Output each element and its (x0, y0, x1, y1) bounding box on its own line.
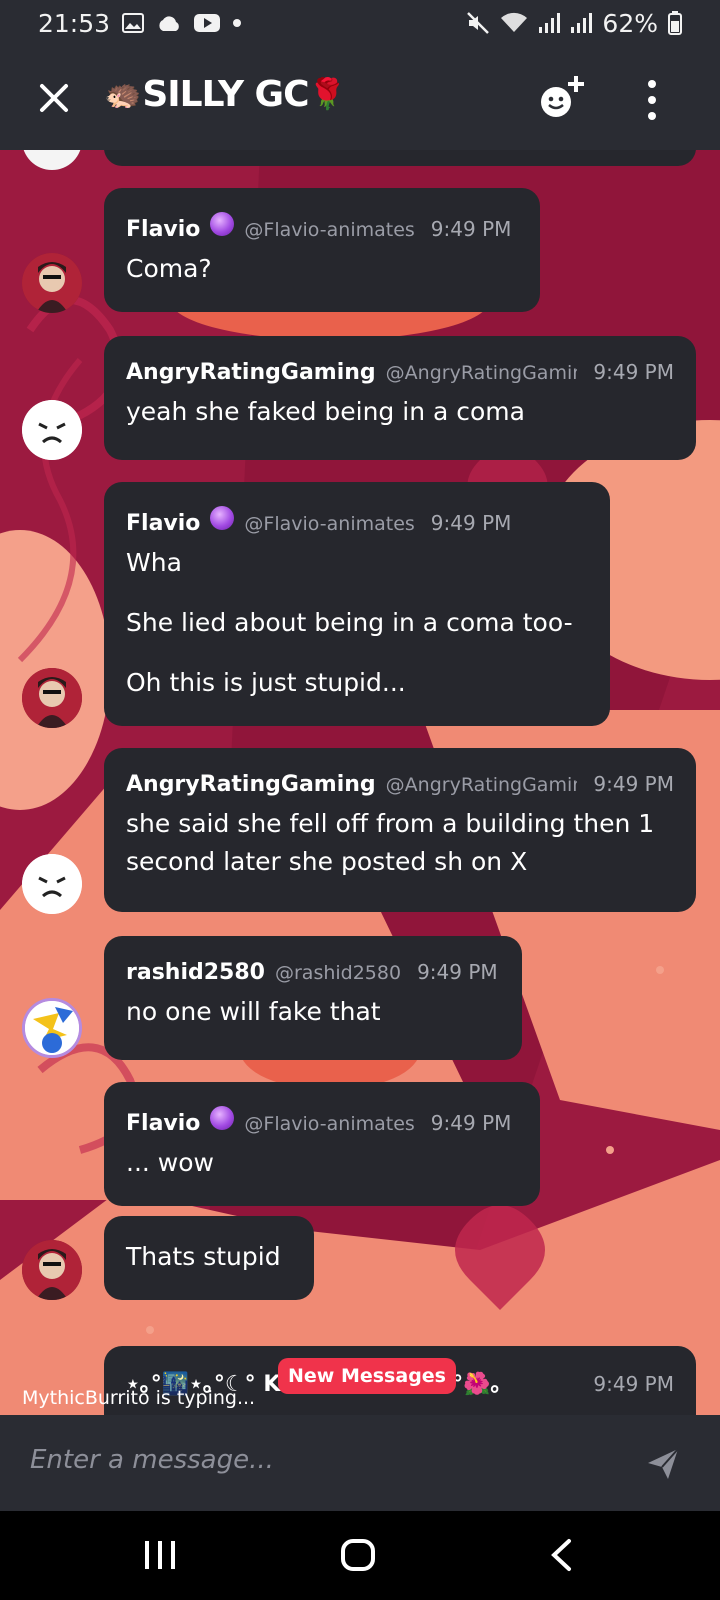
message-text: ... wow (126, 1148, 214, 1177)
crystal-ball-badge-icon (210, 506, 235, 530)
cloud-icon (156, 14, 182, 32)
message-time: 9:49 PM (430, 1111, 512, 1135)
message-author[interactable]: AngryRatingGaming (126, 360, 376, 385)
send-icon[interactable] (646, 1447, 680, 1481)
message-text: Coma? (126, 254, 212, 283)
avatar-angryratinggaming[interactable] (22, 854, 82, 914)
message-bubble[interactable]: Thats stupid (104, 1216, 314, 1300)
status-time: 21:53 (38, 8, 111, 38)
mute-icon (466, 11, 490, 35)
rose-emoji: 🌹 (308, 77, 346, 112)
avatar-flavio[interactable] (22, 253, 82, 313)
message-text: Wha (126, 548, 182, 577)
chat-title[interactable]: 🦔 SILLY GC 🌹 (104, 74, 347, 115)
message-author[interactable]: Flavio (126, 511, 200, 536)
signal-icon (570, 12, 593, 34)
message-text: yeah she faked being in a coma (126, 397, 525, 426)
avatar-rashid2580[interactable] (22, 998, 82, 1058)
message-bubble-partial[interactable] (104, 150, 696, 166)
avatar-angryratinggaming[interactable] (22, 400, 82, 460)
new-messages-button[interactable]: New Messages (278, 1358, 456, 1394)
message-time: 9:49 PM (430, 217, 512, 241)
message-handle: @AngryRatingGamin (385, 362, 578, 384)
message-text: second later she posted sh on X (126, 847, 528, 876)
composer: Enter a message... (0, 1415, 720, 1511)
message-handle: @Flavio-animates (244, 1113, 415, 1135)
message-time: 9:49 PM (430, 511, 512, 535)
more-vertical-icon[interactable] (640, 76, 664, 124)
message-text: no one will fake that (126, 997, 381, 1026)
signal-icon (538, 12, 561, 34)
wifi-icon (500, 12, 528, 34)
chat-title-text: SILLY GC (142, 74, 309, 115)
chat-header: 🦔 SILLY GC 🌹 (0, 46, 720, 150)
message-bubble[interactable]: AngryRatingGaming @AngryRatingGamin 9:49… (104, 748, 696, 912)
crystal-ball-badge-icon (210, 212, 235, 236)
message-author[interactable]: Flavio (126, 217, 200, 242)
message-time: 9:49 PM (593, 772, 674, 796)
message-bubble[interactable]: rashid2580 @rashid2580 9:49 PM no one wi… (104, 936, 522, 1060)
home-icon[interactable] (338, 1533, 378, 1577)
avatar-flavio[interactable] (22, 668, 82, 728)
crystal-ball-badge-icon (210, 1106, 235, 1130)
message-author[interactable]: Flavio (126, 1111, 200, 1136)
message-bubble[interactable]: AngryRatingGaming @AngryRatingGamin 9:49… (104, 336, 696, 460)
message-text: she said she fell off from a building th… (126, 809, 655, 838)
status-bar: 21:53 62% (0, 0, 720, 46)
system-nav-bar (0, 1511, 720, 1600)
battery-icon (668, 11, 682, 35)
battery-percent: 62% (602, 8, 658, 38)
message-time: 9:49 PM (593, 1372, 674, 1396)
message-text: Thats stupid (126, 1242, 281, 1271)
message-bubble[interactable]: Flavio @Flavio-animates 9:49 PM Wha She … (104, 482, 610, 726)
message-input[interactable]: Enter a message... (30, 1445, 274, 1475)
close-icon[interactable] (34, 78, 74, 118)
dot-icon (232, 18, 242, 28)
message-list[interactable]: Flavio @Flavio-animates 9:49 PM Coma? An… (0, 150, 720, 1415)
recents-icon[interactable] (142, 1533, 178, 1577)
message-bubble[interactable]: Flavio @Flavio-animates 9:49 PM ... wow (104, 1082, 540, 1206)
add-member-icon[interactable] (536, 72, 588, 124)
avatar-flavio[interactable] (22, 1240, 82, 1300)
message-handle: @rashid2580 (274, 962, 402, 984)
message-text: Oh this is just stupid... (126, 668, 406, 697)
youtube-icon (194, 13, 221, 33)
gallery-icon (122, 13, 145, 33)
message-handle: @AngryRatingGamin (385, 774, 578, 796)
hedgehog-emoji: 🦔 (104, 77, 141, 112)
message-handle: @Flavio-animates (244, 513, 415, 535)
message-time: 9:49 PM (593, 360, 674, 384)
back-icon[interactable] (546, 1533, 576, 1577)
message-bubble[interactable]: Flavio @Flavio-animates 9:49 PM Coma? (104, 188, 540, 312)
message-text: She lied about being in a coma too- (126, 608, 573, 637)
message-author[interactable]: AngryRatingGaming (126, 772, 376, 797)
typing-indicator: MythicBurrito is typing... (22, 1387, 256, 1409)
message-author[interactable]: rashid2580 (126, 960, 265, 985)
message-time: 9:49 PM (417, 960, 498, 984)
message-handle: @Flavio-animates (244, 219, 415, 241)
